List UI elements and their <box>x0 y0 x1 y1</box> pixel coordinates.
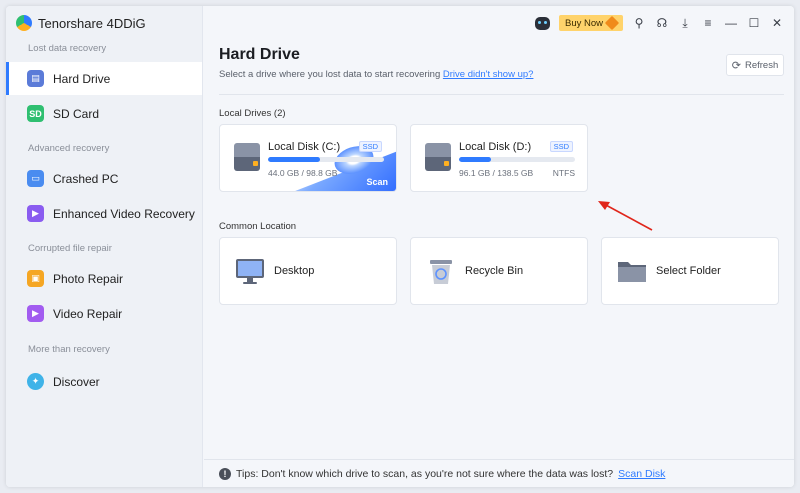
refresh-label: Refresh <box>744 59 779 71</box>
diamond-icon <box>604 15 620 31</box>
download-icon[interactable]: ⤓ <box>678 16 692 30</box>
close-icon[interactable]: ✕ <box>770 16 784 30</box>
usage-bar <box>459 157 575 162</box>
menu-icon[interactable]: ≡ <box>701 16 715 30</box>
sidebar-item-label: Enhanced Video Recovery <box>53 206 195 221</box>
app-window: Tenorshare 4DDiG Lost data recovery ▤ Ha… <box>6 6 794 487</box>
usage-bar-fill <box>459 157 492 162</box>
location-label: Desktop <box>274 265 315 277</box>
folder-icon <box>618 262 646 282</box>
drive-not-shown-link[interactable]: Drive didn't show up? <box>443 69 534 80</box>
section-advanced-recovery: Advanced recovery <box>28 143 110 154</box>
tools-icon[interactable]: ⚲ <box>632 16 646 30</box>
hard-disk-icon <box>234 143 260 173</box>
sidebar-item-label: Photo Repair <box>53 271 124 286</box>
sidebar-item-discover[interactable]: ✦ Discover <box>6 365 202 398</box>
sidebar-item-label: Video Repair <box>53 306 123 321</box>
sidebar: Tenorshare 4DDiG Lost data recovery ▤ Ha… <box>6 6 203 487</box>
sidebar-item-sd-card[interactable]: SD SD Card <box>6 97 202 130</box>
scan-button[interactable]: Scan <box>366 177 388 187</box>
section-corrupted-file-repair: Corrupted file repair <box>28 243 112 254</box>
location-select-folder[interactable]: Select Folder <box>601 237 779 305</box>
section-more-than-recovery: More than recovery <box>28 344 110 355</box>
drive-card-c[interactable]: Local Disk (C:) SSD 44.0 GB / 98.8 GB Sc… <box>219 124 397 192</box>
drive-size: 96.1 GB / 138.5 GB <box>459 168 534 178</box>
sidebar-item-label: SD Card <box>53 106 100 121</box>
section-lost-data-recovery: Lost data recovery <box>28 43 107 54</box>
location-label: Select Folder <box>656 265 721 277</box>
video-recovery-icon: ▶ <box>27 205 44 222</box>
subtitle-text: Select a drive where you lost data to st… <box>219 69 441 80</box>
common-location-label: Common Location <box>219 221 297 232</box>
local-drives-label: Local Drives (2) <box>219 108 286 119</box>
recycle-bin-icon <box>430 260 452 284</box>
video-repair-icon: ▶ <box>27 305 44 322</box>
hard-drive-icon: ▤ <box>27 70 44 87</box>
minimize-icon[interactable]: — <box>724 16 738 30</box>
sidebar-item-hard-drive[interactable]: ▤ Hard Drive <box>6 62 202 95</box>
sidebar-item-label: Crashed PC <box>53 171 119 186</box>
app-logo-icon <box>16 15 32 31</box>
discover-icon: ✦ <box>27 373 44 390</box>
buy-now-label: Buy Now <box>564 17 603 29</box>
hard-disk-icon <box>425 143 451 173</box>
title-bar-controls: Buy Now ⚲ ☊ ⤓ ≡ — ☐ ✕ <box>534 14 784 32</box>
maximize-icon[interactable]: ☐ <box>747 16 761 30</box>
refresh-icon: ⟳ <box>731 59 741 72</box>
drive-card-d[interactable]: Local Disk (D:) SSD 96.1 GB / 138.5 GB N… <box>410 124 588 192</box>
sidebar-item-photo-repair[interactable]: ▣ Photo Repair <box>6 262 202 295</box>
page-title: Hard Drive <box>219 46 300 63</box>
drive-filesystem: NTFS <box>552 168 575 178</box>
sidebar-item-crashed-pc[interactable]: ▭ Crashed PC <box>6 162 202 195</box>
location-label: Recycle Bin <box>465 265 524 277</box>
buy-now-button[interactable]: Buy Now <box>558 15 623 31</box>
usage-bar-fill <box>268 157 320 162</box>
desktop-icon <box>236 259 264 284</box>
usage-bar <box>268 157 384 162</box>
main-panel: Buy Now ⚲ ☊ ⤓ ≡ — ☐ ✕ Hard Drive Select … <box>204 6 794 487</box>
ssd-badge: SSD <box>358 141 382 152</box>
location-desktop[interactable]: Desktop <box>219 237 397 305</box>
sidebar-item-label: Discover <box>53 374 100 389</box>
info-icon: ! <box>219 467 231 480</box>
crashed-pc-icon: ▭ <box>27 170 44 187</box>
sidebar-item-label: Hard Drive <box>53 71 111 86</box>
drive-name: Local Disk (C:) <box>268 141 341 153</box>
ssd-badge: SSD <box>549 141 573 152</box>
photo-repair-icon: ▣ <box>27 270 44 287</box>
drive-name: Local Disk (D:) <box>459 141 532 153</box>
sidebar-item-enhanced-video-recovery[interactable]: ▶ Enhanced Video Recovery <box>6 197 202 230</box>
app-title: Tenorshare 4DDiG <box>38 15 146 31</box>
headset-support-icon[interactable]: ☊ <box>655 16 669 30</box>
refresh-button[interactable]: ⟳ Refresh <box>726 54 784 76</box>
assistant-robot-icon[interactable] <box>534 16 550 30</box>
tips-text: Tips: Don't know which drive to scan, as… <box>236 467 614 480</box>
header-divider <box>219 94 784 95</box>
scan-disk-link[interactable]: Scan Disk <box>618 468 665 480</box>
sidebar-item-video-repair[interactable]: ▶ Video Repair <box>6 297 202 330</box>
red-arrow-annotation <box>598 201 653 231</box>
tips-bar: ! Tips: Don't know which drive to scan, … <box>204 459 794 487</box>
page-subtitle: Select a drive where you lost data to st… <box>219 69 533 80</box>
brand: Tenorshare 4DDiG <box>16 15 146 31</box>
sd-card-icon: SD <box>27 105 44 122</box>
location-recycle-bin[interactable]: Recycle Bin <box>410 237 588 305</box>
drive-size: 44.0 GB / 98.8 GB <box>268 168 338 178</box>
